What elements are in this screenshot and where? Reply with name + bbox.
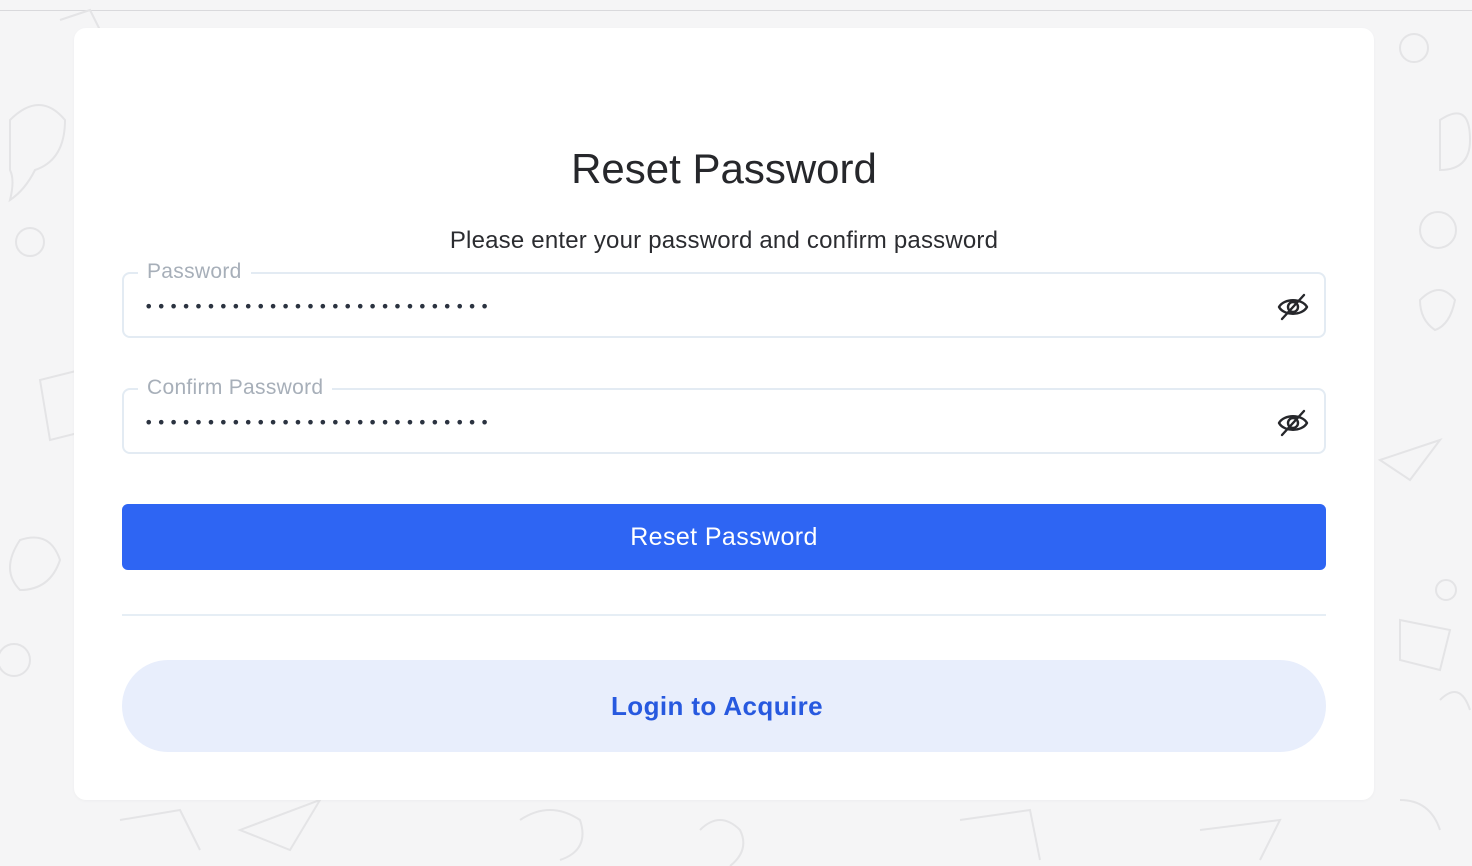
- password-input[interactable]: [144, 288, 1224, 324]
- login-to-acquire-button[interactable]: Login to Acquire: [122, 660, 1326, 752]
- eye-slash-icon[interactable]: [1276, 290, 1310, 324]
- confirm-password-label: Confirm Password: [138, 375, 333, 401]
- reset-password-card: Reset Password Please enter your passwor…: [74, 28, 1374, 800]
- divider: [122, 614, 1326, 616]
- confirm-password-field: Confirm Password: [122, 375, 1326, 454]
- password-label: Password: [138, 259, 251, 285]
- eye-slash-icon[interactable]: [1276, 406, 1310, 440]
- page-subtitle: Please enter your password and confirm p…: [449, 227, 999, 254]
- page-title: Reset Password: [571, 145, 877, 192]
- reset-password-button[interactable]: Reset Password: [122, 504, 1326, 570]
- confirm-password-input[interactable]: [144, 404, 1224, 440]
- password-field: Password: [122, 259, 1326, 338]
